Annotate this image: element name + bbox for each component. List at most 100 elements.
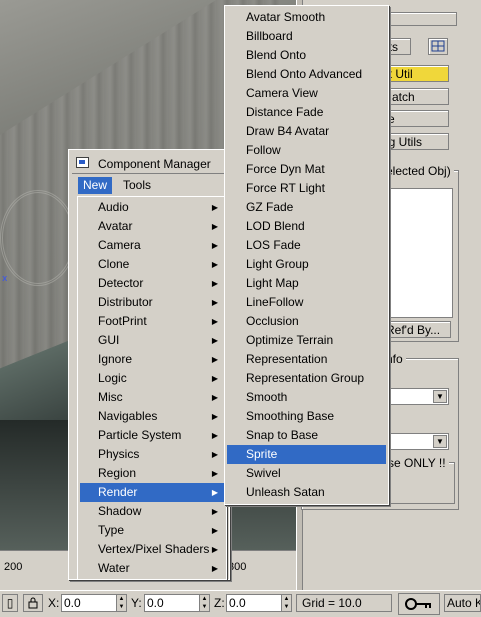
menu-item-label: Region	[98, 466, 137, 480]
submenu-item-billboard[interactable]: Billboard	[227, 27, 386, 46]
submenu-item-force-rt-light[interactable]: Force RT Light	[227, 179, 386, 198]
x-label: X:	[48, 596, 60, 610]
submenu-item-avatar-smooth[interactable]: Avatar Smooth	[227, 8, 386, 27]
panel-icon-button[interactable]	[428, 38, 448, 55]
submenu-item-smooth[interactable]: Smooth	[227, 388, 386, 407]
menu-item-label: Type	[98, 523, 125, 537]
set-key-button[interactable]	[398, 593, 440, 615]
menu-item-audio[interactable]: Audio ▶	[80, 198, 224, 217]
menu-item-label: FootPrint	[98, 314, 147, 328]
app-icon	[76, 157, 89, 168]
submenu-item-blend-onto[interactable]: Blend Onto	[227, 46, 386, 65]
z-value: 0.0	[229, 596, 246, 610]
viewport-ornament	[0, 190, 76, 286]
menu-item-label: Detector	[98, 276, 144, 290]
menu-item-particle-system[interactable]: Particle System ▶	[80, 426, 224, 445]
panel-header-button[interactable]	[377, 12, 457, 26]
info-dropdown-2[interactable]: ▼	[381, 433, 449, 450]
y-value: 0.0	[147, 596, 164, 610]
menu-item-vertex-pixel-shaders[interactable]: Vertex/Pixel Shaders ▶	[80, 540, 224, 559]
y-coordinate-field[interactable]: 0.0 ▲ ▼	[144, 594, 210, 612]
menu-item-region[interactable]: Region ▶	[80, 464, 224, 483]
submenu-item-linefollow[interactable]: LineFollow	[227, 293, 386, 312]
spinner-icon[interactable]: ▲ ▼	[199, 595, 209, 611]
z-label: Z:	[214, 596, 225, 610]
menu-new[interactable]: New	[78, 177, 113, 194]
submenu-item-lod-blend[interactable]: LOD Blend	[227, 217, 386, 236]
submenu-item-snap-to-base[interactable]: Snap to Base	[227, 426, 386, 445]
submenu-item-optimize-terrain[interactable]: Optimize Terrain	[227, 331, 386, 350]
selected-obj-list[interactable]	[381, 188, 453, 318]
menu-item-label: GUI	[98, 333, 120, 347]
viewport-axis-marker: x	[2, 274, 8, 284]
window-title-bar[interactable]: Component Manager	[72, 154, 226, 174]
status-bar: ▯ X: 0.0 ▲ ▼ Y: 0.0 ▲ ▼ Z: 0.0 ▲ ▼ Grid = 10.0…	[0, 590, 481, 617]
menu-item-gui[interactable]: GUI ▶	[80, 331, 224, 350]
submenu-arrow-icon: ▶	[211, 564, 218, 573]
menu-tools[interactable]: Tools	[118, 177, 156, 194]
menu-item-camera[interactable]: Camera ▶	[80, 236, 224, 255]
submenu-arrow-icon: ▶	[211, 260, 218, 269]
submenu-item-smoothing-base[interactable]: Smoothing Base	[227, 407, 386, 426]
submenu-item-sprite[interactable]: Sprite	[227, 445, 386, 464]
status-icon-left[interactable]: ▯	[2, 594, 18, 612]
submenu-arrow-icon: ▶	[211, 393, 218, 402]
submenu-item-blend-onto-advanced[interactable]: Blend Onto Advanced	[227, 65, 386, 84]
menu-item-footprint[interactable]: FootPrint ▶	[80, 312, 224, 331]
menu-item-ignore[interactable]: Ignore ▶	[80, 350, 224, 369]
menu-item-detector[interactable]: Detector ▶	[80, 274, 224, 293]
menu-item-avatar[interactable]: Avatar ▶	[80, 217, 224, 236]
submenu-arrow-icon: ▶	[211, 298, 218, 307]
new-menu-dropdown: Audio ▶ Avatar ▶ Camera ▶ Clone ▶ Detector ▶ Distr…	[77, 196, 227, 580]
menu-item-type[interactable]: Type ▶	[80, 521, 224, 540]
x-coordinate-field[interactable]: 0.0 ▲ ▼	[61, 594, 127, 612]
z-coordinate-field[interactable]: 0.0 ▲ ▼	[226, 594, 292, 612]
menu-item-label: Audio	[98, 200, 129, 214]
submenu-arrow-icon: ▶	[211, 526, 218, 535]
refd-by-button[interactable]: Ref'd By...	[381, 321, 451, 338]
dropdown-arrow-icon: ▼	[433, 435, 447, 448]
submenu-item-camera-view[interactable]: Camera View	[227, 84, 386, 103]
submenu-item-follow[interactable]: Follow	[227, 141, 386, 160]
auto-key-button[interactable]: Auto Ke	[444, 594, 481, 612]
menu-item-logic[interactable]: Logic ▶	[80, 369, 224, 388]
menu-item-label: Logic	[98, 371, 127, 385]
submenu-item-light-map[interactable]: Light Map	[227, 274, 386, 293]
menu-item-label: Avatar	[98, 219, 133, 233]
info-dropdown-1[interactable]: ▼	[381, 388, 449, 405]
menu-item-label: Shadow	[98, 504, 142, 518]
submenu-item-swivel[interactable]: Swivel	[227, 464, 386, 483]
submenu-item-representation[interactable]: Representation	[227, 350, 386, 369]
submenu-item-los-fade[interactable]: LOS Fade	[227, 236, 386, 255]
menu-item-render[interactable]: Render ▶	[80, 483, 224, 502]
menu-item-clone[interactable]: Clone ▶	[80, 255, 224, 274]
menu-item-label: Render	[98, 485, 138, 499]
submenu-arrow-icon: ▶	[211, 355, 218, 364]
submenu-item-representation-group[interactable]: Representation Group	[227, 369, 386, 388]
menu-item-water[interactable]: Water ▶	[80, 559, 224, 578]
ruler-tick: 200	[4, 561, 23, 573]
menu-item-shadow[interactable]: Shadow ▶	[80, 502, 224, 521]
submenu-item-force-dyn-mat[interactable]: Force Dyn Mat	[227, 160, 386, 179]
menu-item-label: Vertex/Pixel Shaders	[98, 542, 210, 556]
menu-item-navigables[interactable]: Navigables ▶	[80, 407, 224, 426]
menu-item-label: Distributor	[98, 295, 153, 309]
submenu-item-gz-fade[interactable]: GZ Fade	[227, 198, 386, 217]
lock-icon[interactable]	[23, 594, 43, 612]
grid-size-display: Grid = 10.0	[296, 594, 392, 612]
note-text: se ONLY !!	[385, 456, 449, 470]
menu-item-distributor[interactable]: Distributor ▶	[80, 293, 224, 312]
menu-item-misc[interactable]: Misc ▶	[80, 388, 224, 407]
submenu-item-draw-b4-avatar[interactable]: Draw B4 Avatar	[227, 122, 386, 141]
menu-item-label: Camera	[98, 238, 141, 252]
submenu-item-distance-fade[interactable]: Distance Fade	[227, 103, 386, 122]
submenu-item-light-group[interactable]: Light Group	[227, 255, 386, 274]
menu-item-physics[interactable]: Physics ▶	[80, 445, 224, 464]
spinner-icon[interactable]: ▲ ▼	[116, 595, 126, 611]
submenu-arrow-icon: ▶	[211, 279, 218, 288]
spinner-icon[interactable]: ▲ ▼	[281, 595, 291, 611]
submenu-item-occlusion[interactable]: Occlusion	[227, 312, 386, 331]
submenu-item-unleash-satan[interactable]: Unleash Satan	[227, 483, 386, 502]
selected-obj-title: elected Obj)	[383, 164, 454, 178]
render-submenu: Avatar Smooth Billboard Blend Onto Blend On…	[224, 5, 389, 505]
